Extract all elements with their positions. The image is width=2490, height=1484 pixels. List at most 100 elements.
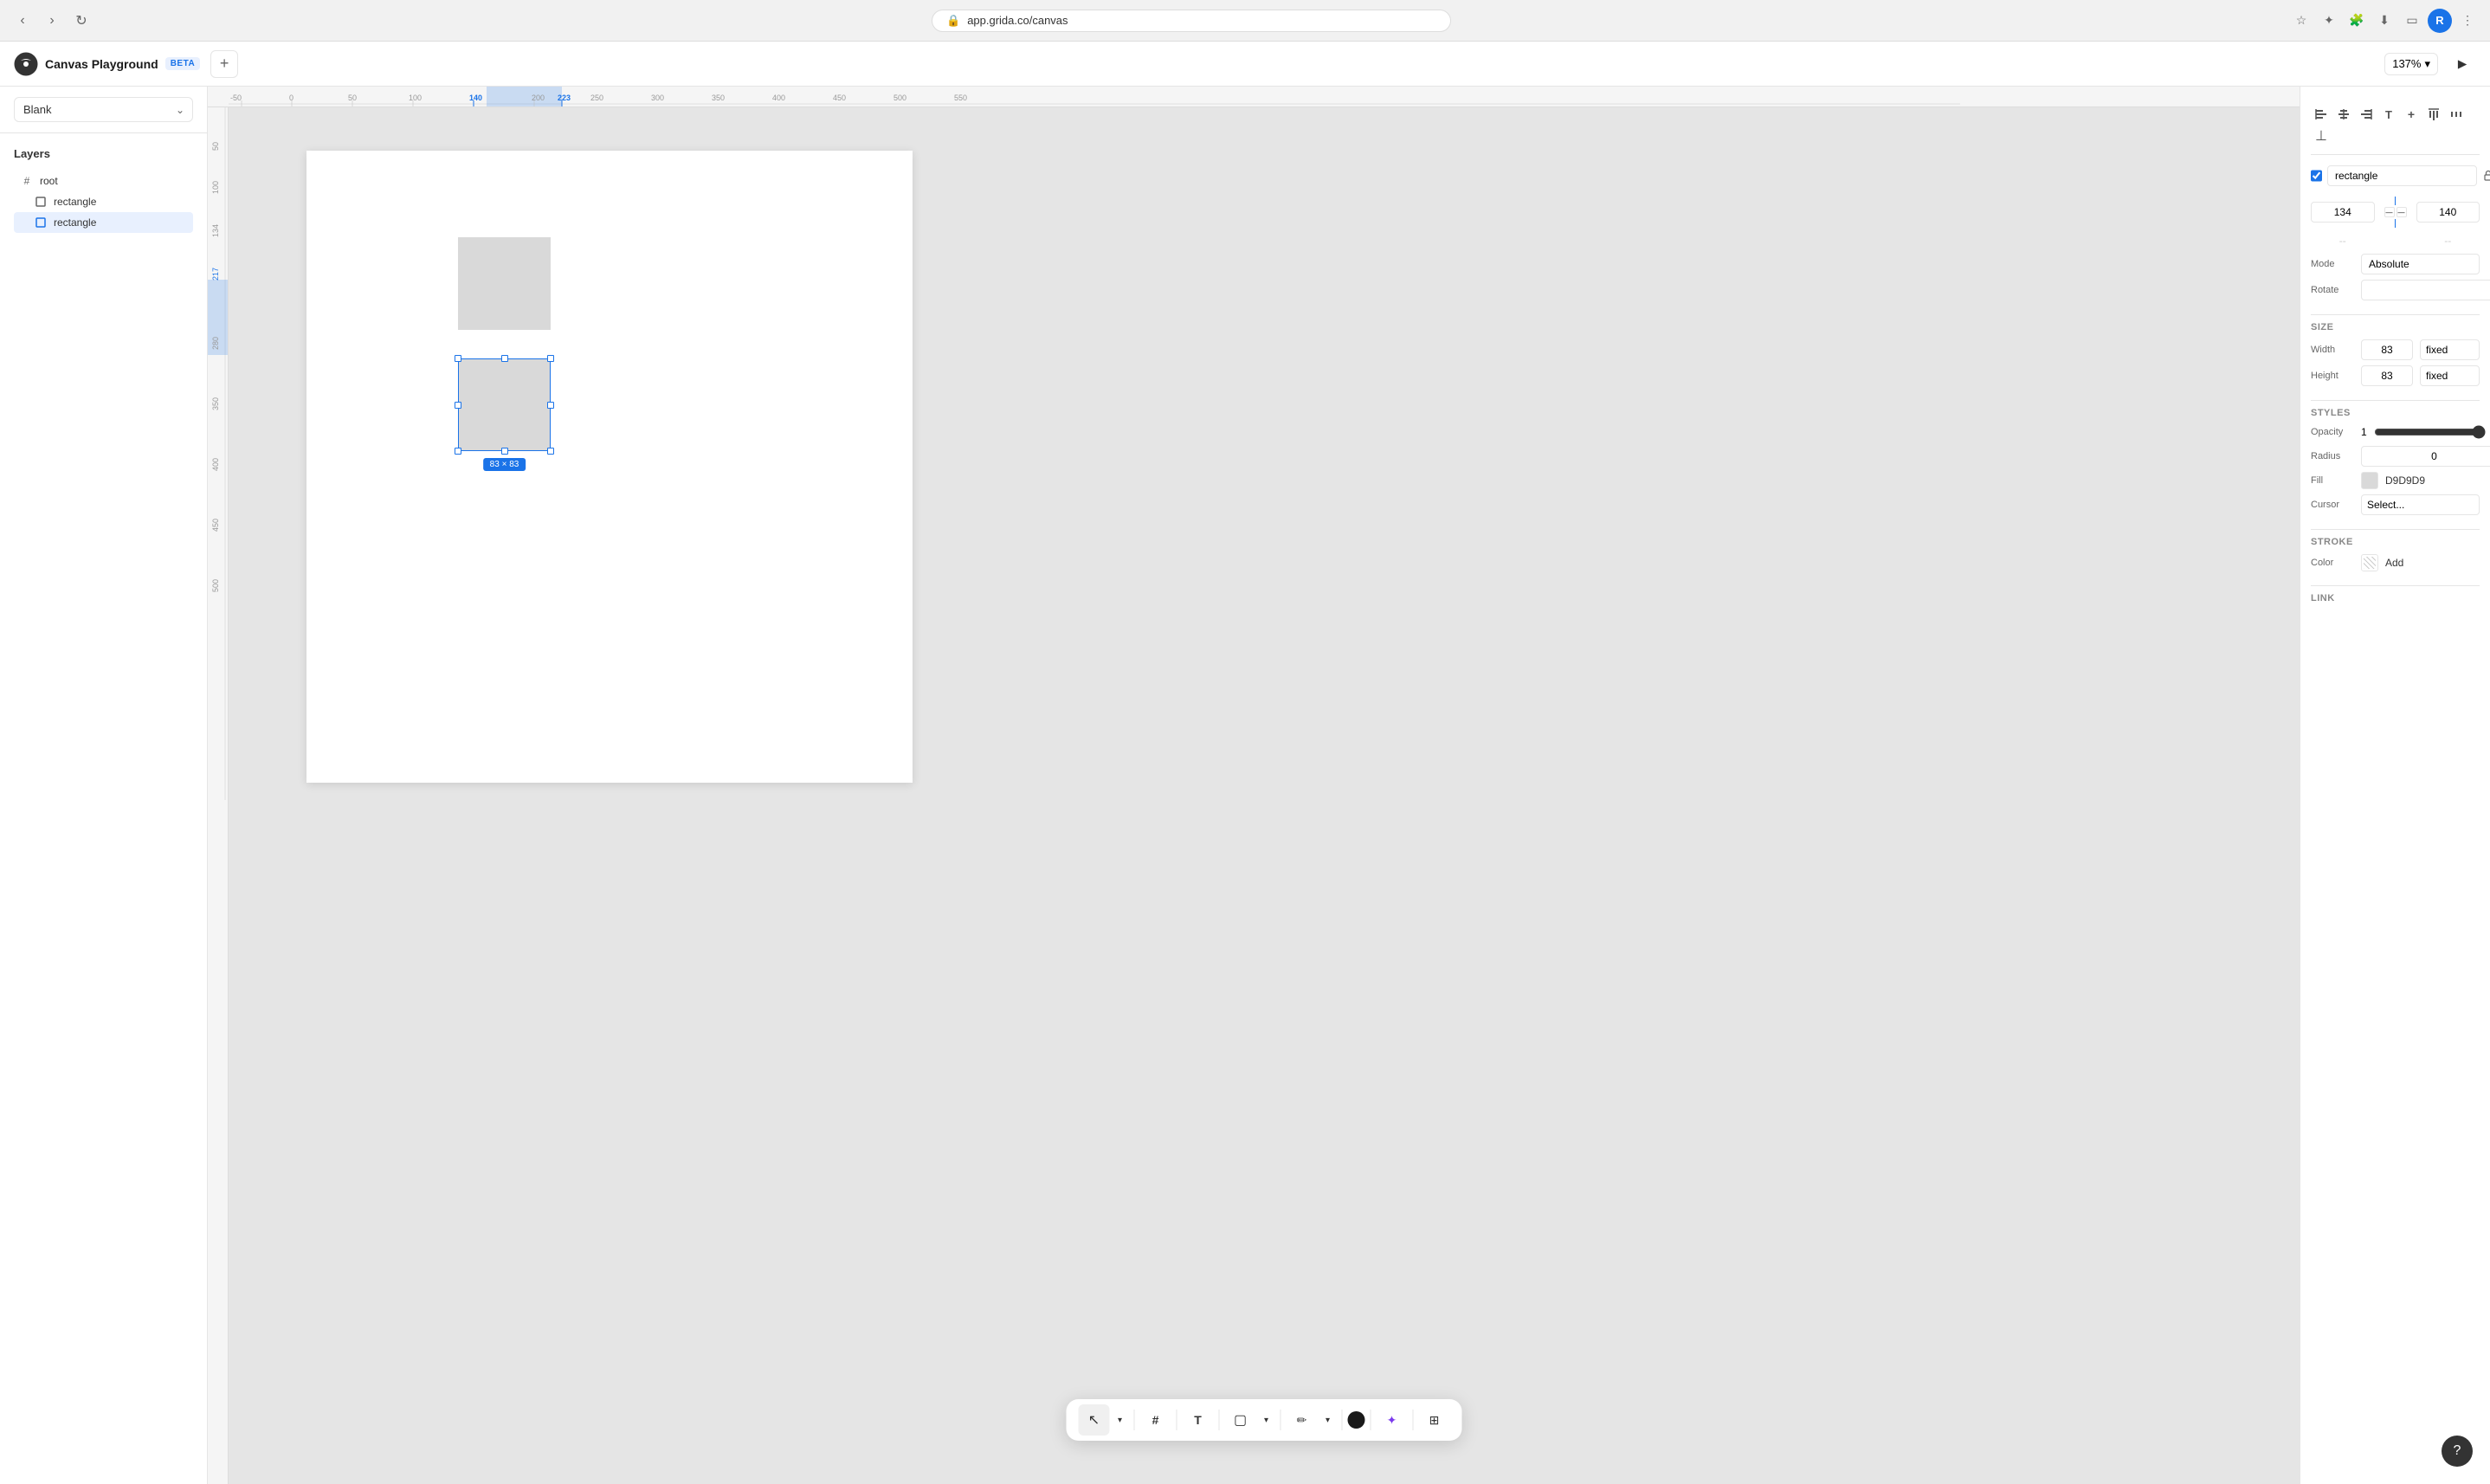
forward-button[interactable]: › [40,9,64,33]
handle-ml[interactable] [455,402,461,409]
ai-tool-button[interactable]: ✦ [1377,1404,1408,1436]
align-left-button[interactable] [2311,104,2332,125]
position-dash-row: -- -- [2311,235,2480,247]
opacity-slider[interactable] [2374,425,2486,439]
stroke-add-label[interactable]: Add [2385,557,2403,569]
radius-input[interactable] [2361,446,2490,467]
height-input[interactable] [2361,365,2413,386]
handle-tm[interactable] [501,355,508,362]
url-text: app.grida.co/canvas [967,14,1068,27]
mode-label: Mode [2311,259,2354,269]
layer-item-rectangle1[interactable]: rectangle [14,191,193,212]
distribute-h-button[interactable] [2446,104,2467,125]
handle-bl[interactable] [455,448,461,455]
layer-item-root[interactable]: # root [14,171,193,191]
align-right-button[interactable] [2356,104,2377,125]
browser-actions: ☆ ✦ 🧩 ⬇ ▭ R ⋮ [2289,9,2480,33]
svg-text:400: 400 [772,94,785,102]
add-canvas-button[interactable]: + [210,50,238,78]
svg-text:-50: -50 [230,94,242,102]
handle-tl[interactable] [455,355,461,362]
mode-select[interactable]: Absolute [2361,254,2480,274]
cursor-select[interactable]: Select... [2361,494,2480,515]
svg-text:550: 550 [954,94,967,102]
grida-extension-button[interactable]: ✦ [2317,9,2341,33]
link-section: Link [2311,593,2480,603]
align-top-button[interactable] [2423,104,2444,125]
add-row-button[interactable]: + [2401,104,2422,125]
stroke-color-label: Color [2311,558,2354,568]
bookmark-star-button[interactable]: ☆ [2289,9,2313,33]
y-position-input[interactable] [2311,202,2375,223]
shape-selected-rectangle[interactable]: 83 × 83 [458,358,551,451]
fill-color-swatch[interactable] [2361,472,2378,489]
reload-button[interactable]: ↻ [69,9,94,33]
svg-text:217: 217 [211,268,220,281]
cursor-row: Cursor Select... [2311,494,2480,515]
handle-bm[interactable] [501,448,508,455]
pen-dropdown-button[interactable]: ▾ [1319,1404,1337,1436]
beta-badge: BETA [165,57,200,70]
x-position-input[interactable] [2416,202,2480,223]
rect-tool-button[interactable]: ▢ [1225,1404,1256,1436]
link-minus-right[interactable]: — [2396,207,2407,217]
svg-text:450: 450 [211,519,220,532]
layer-item-rectangle2[interactable]: rectangle [14,212,193,233]
dash-spacer [2382,235,2409,247]
width-constraint-wrapper: fixed [2420,339,2480,360]
handle-br[interactable] [547,448,554,455]
split-view-button[interactable]: ▭ [2400,9,2424,33]
link-minus-left[interactable]: — [2384,207,2395,217]
divider-1 [2311,314,2480,315]
components-button[interactable]: ⊞ [1419,1404,1450,1436]
preset-select-wrapper: Blank [14,97,193,122]
stroke-color-swatch[interactable] [2361,554,2378,571]
position-section: Position — — [2311,197,2480,300]
width-input[interactable] [2361,339,2413,360]
radius-label: Radius [2311,451,2354,461]
menu-button[interactable]: ⋮ [2455,9,2480,33]
profile-button[interactable]: R [2428,9,2452,33]
text-tool-button[interactable]: T [1183,1404,1214,1436]
back-button[interactable]: ‹ [10,9,35,33]
color-picker-button[interactable] [1348,1411,1365,1429]
align-center-h-button[interactable] [2333,104,2354,125]
link-controls: — — [2382,197,2409,228]
help-button[interactable]: ? [2442,1436,2473,1467]
shape-unselected-rectangle[interactable] [458,237,551,330]
canvas-frame[interactable]: 83 × 83 [306,151,913,783]
align-text-button[interactable]: T [2378,104,2399,125]
frame-tool-button[interactable]: # [1140,1404,1171,1436]
handle-tr[interactable] [547,355,554,362]
download-button[interactable]: ⬇ [2372,9,2396,33]
size-section: Size Width fixed Height [2311,322,2480,386]
element-visible-checkbox[interactable] [2311,169,2322,183]
align-bottom-button[interactable]: ⊥ [2311,126,2332,147]
play-button[interactable]: ▶ [2448,50,2476,78]
svg-text:350: 350 [211,397,220,410]
zoom-control[interactable]: 137% ▾ [2384,53,2438,75]
width-label: Width [2311,345,2354,355]
height-row: Height fixed [2311,365,2480,386]
canvas-content[interactable]: 83 × 83 ↖ ▾ # T ▢ ▾ [229,107,2300,1484]
element-name-input[interactable] [2327,165,2477,186]
width-constraint-select[interactable]: fixed [2420,339,2480,360]
hash-icon: # [21,175,33,187]
puzzle-button[interactable]: 🧩 [2345,9,2369,33]
select-tool-button[interactable]: ↖ [1079,1404,1110,1436]
mode-select-wrapper: Absolute [2361,254,2480,274]
x-input-group [2311,202,2375,223]
logo-icon [14,52,38,76]
preset-select[interactable]: Blank [14,97,193,122]
address-bar[interactable]: 🔒 app.grida.co/canvas [932,10,1451,32]
height-constraint-select[interactable]: fixed [2420,365,2480,386]
select-dropdown-button[interactable]: ▾ [1112,1404,1129,1436]
rect-dropdown-button[interactable]: ▾ [1258,1404,1275,1436]
ruler-top-svg: -50 0 50 100 140 200 223 250 300 [229,87,2300,107]
cursor-select-wrapper: Select... [2361,494,2480,515]
handle-mr[interactable] [547,402,554,409]
pen-tool-button[interactable]: ✏ [1287,1404,1318,1436]
lock-icon: 🔒 [946,14,960,28]
rotate-input[interactable]: 0 [2361,280,2490,300]
lock-element-button[interactable] [2482,167,2490,184]
